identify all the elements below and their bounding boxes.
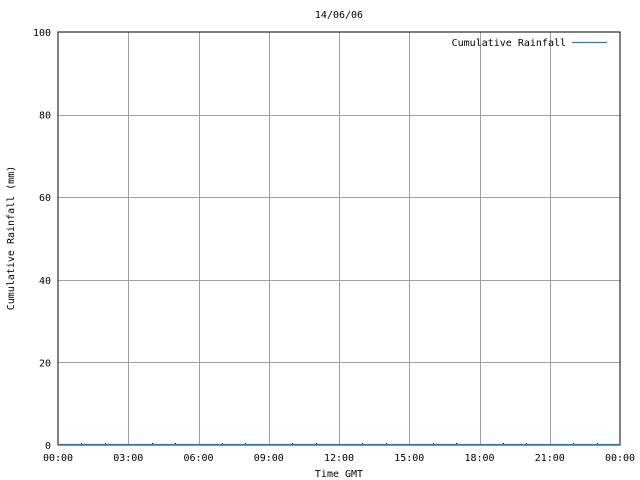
x-tick-label: 12:00 [324,453,354,464]
y-tick-label: 40 [39,276,51,287]
x-tick-label: 09:00 [254,453,284,464]
x-tick-label: 15:00 [394,453,424,464]
x-tick-label: 21:00 [535,453,565,464]
y-tick-label: 100 [33,28,51,39]
x-axis-label: Time GMT [315,469,363,480]
chart-title: 14/06/06 [315,10,363,21]
y-tick-label: 20 [39,358,51,369]
x-tick-label: 00:00 [43,453,73,464]
chart-background [0,0,640,480]
x-tick-label: 06:00 [183,453,213,464]
y-tick-label: 0 [45,441,51,452]
x-tick-label: 18:00 [464,453,494,464]
y-tick-label: 80 [39,111,51,122]
x-tick-label: 03:00 [113,453,143,464]
y-axis-label: Cumulative Rainfall (mm) [6,166,17,311]
x-tick-label: 00:00 [605,453,635,464]
chart-canvas: 00:00 03:00 06:00 09:00 12:00 15:00 18:00 21:00… [0,0,640,480]
y-tick-label: 60 [39,193,51,204]
legend-label: Cumulative Rainfall [452,38,566,49]
x-tick-labels: 00:00 03:00 06:00 09:00 12:00 15:00 18:00 21:00… [43,453,635,464]
